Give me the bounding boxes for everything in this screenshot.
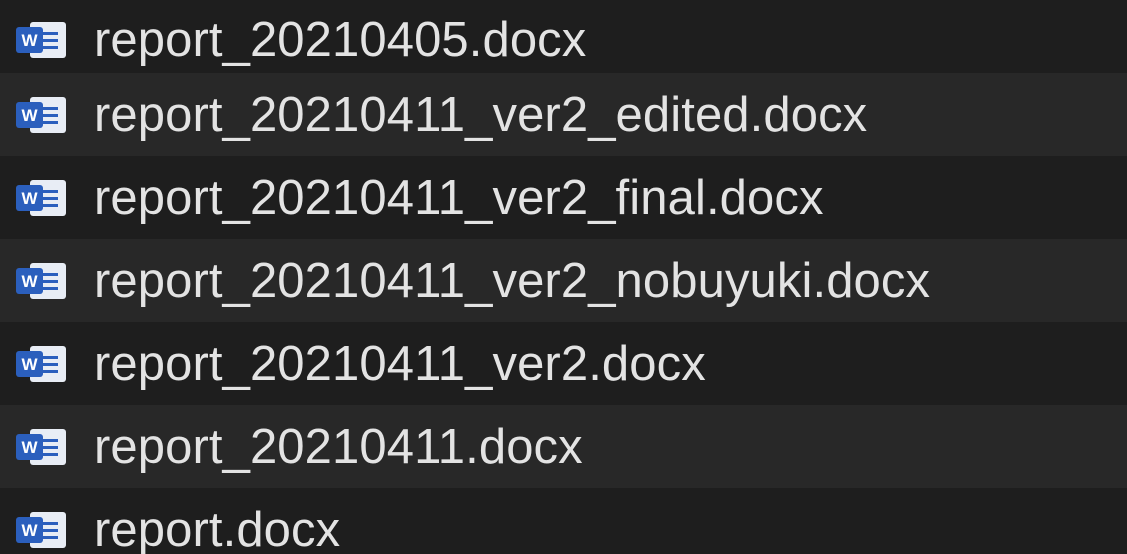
file-name: report_20210411_ver2.docx [94,336,706,391]
word-document-icon: W [16,261,68,301]
word-document-icon: W [16,510,68,550]
file-row[interactable]: W report_20210411_ver2.docx [0,322,1127,405]
word-document-icon: W [16,20,68,60]
file-name: report_20210411_ver2_final.docx [94,170,824,225]
file-row[interactable]: W report_20210405.docx [0,0,1127,73]
word-document-icon: W [16,178,68,218]
file-row[interactable]: W report_20210411_ver2_nobuyuki.docx [0,239,1127,322]
svg-text:W: W [21,31,38,50]
file-name: report_20210405.docx [94,12,587,67]
file-row[interactable]: W report.docx [0,488,1127,554]
file-name: report.docx [94,502,341,554]
svg-text:W: W [21,355,38,374]
file-name: report_20210411.docx [94,419,583,474]
file-row[interactable]: W report_20210411_ver2_final.docx [0,156,1127,239]
file-name: report_20210411_ver2_edited.docx [94,87,868,142]
svg-text:W: W [21,438,38,457]
svg-text:W: W [21,272,38,291]
svg-text:W: W [21,521,38,540]
svg-text:W: W [21,106,38,125]
word-document-icon: W [16,95,68,135]
word-document-icon: W [16,427,68,467]
svg-text:W: W [21,189,38,208]
file-name: report_20210411_ver2_nobuyuki.docx [94,253,931,308]
file-row[interactable]: W report_20210411.docx [0,405,1127,488]
file-list: W report_20210405.docx W report_20210411… [0,0,1127,554]
word-document-icon: W [16,344,68,384]
file-row[interactable]: W report_20210411_ver2_edited.docx [0,73,1127,156]
